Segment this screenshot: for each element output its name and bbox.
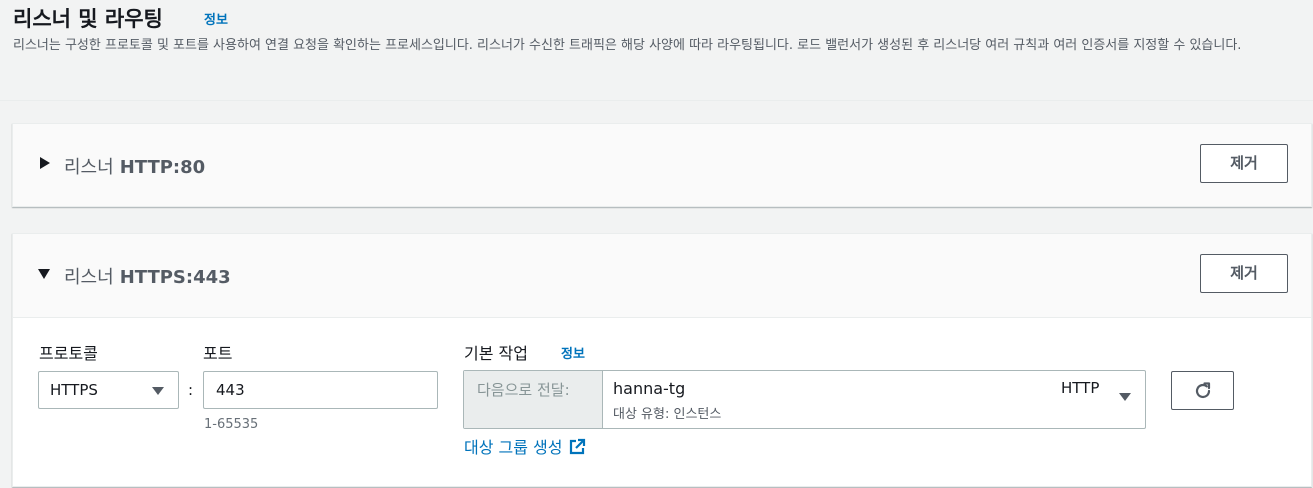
refresh-icon [1195,382,1211,399]
external-link-icon [569,438,585,455]
section-header: 리스너 및 라우팅 정보 리스너는 구성한 프로토콜 및 포트를 사용하여 연결… [0,0,1313,101]
port-range-hint: 1-65535 [204,417,259,432]
default-action-select[interactable]: 다음으로 전달: hanna-tg 대상 유형: 인스턴스 HTTP [463,370,1146,429]
dropdown-arrow-icon [1119,393,1131,401]
listener-header: 리스너 HTTPS:443 제거 [13,234,1311,318]
remove-listener-button[interactable]: 제거 [1200,144,1288,183]
target-group-name: hanna-tg [613,379,686,398]
default-action-info-link[interactable]: 정보 [561,343,585,362]
dropdown-arrow-icon [152,387,164,395]
action-prefix: 다음으로 전달: [464,371,603,428]
remove-listener-button[interactable]: 제거 [1200,254,1288,293]
create-target-group-label: 대상 그룹 생성 [464,438,563,457]
listener-title[interactable]: 리스너 HTTP:80 [64,153,205,179]
page-title: 리스너 및 라우팅 [13,7,163,31]
listener-panel-http: 리스너 HTTP:80 제거 [12,123,1312,207]
protocol-label: 프로토콜 [39,344,98,363]
caret-right-icon[interactable] [40,157,50,169]
create-target-group-link[interactable]: 대상 그룹 생성 [464,434,586,458]
listener-title[interactable]: 리스너 HTTPS:443 [64,263,231,289]
listener-port: HTTP:80 [119,157,206,178]
port-input[interactable] [203,371,438,409]
section-description: 리스너는 구성한 프로토콜 및 포트를 사용하여 연결 요청을 확인하는 프로세… [13,38,1242,53]
listener-label: 리스너 [64,157,114,178]
listener-label: 리스너 [64,267,114,288]
target-type: 대상 유형: 인스턴스 [613,407,722,422]
listener-port: HTTPS:443 [119,267,231,288]
action-prefix-label: 다음으로 전달: [477,381,570,399]
info-link[interactable]: 정보 [204,9,228,28]
default-action-label: 기본 작업 [464,344,528,363]
caret-down-icon[interactable] [38,269,50,279]
protocol-select[interactable]: HTTPS [38,371,179,409]
refresh-button[interactable] [1171,371,1234,410]
port-label: 포트 [203,344,233,363]
separator-colon: : [188,381,194,399]
target-protocol: HTTP [1061,379,1100,397]
protocol-value: HTTPS [50,381,98,399]
listener-panel-https: 리스너 HTTPS:443 제거 프로토콜 포트 기본 작업 정보 HTTPS :… [12,233,1312,487]
